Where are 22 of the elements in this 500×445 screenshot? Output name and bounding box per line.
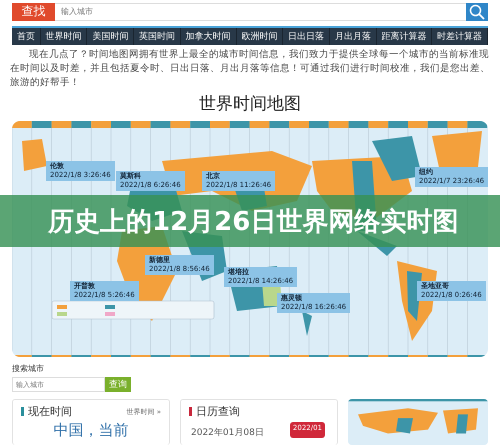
nav-tab[interactable]: 世界时间 (40, 28, 88, 45)
search-field[interactable]: 输入城市 (55, 3, 466, 20)
search-button[interactable]: 查找 (12, 3, 55, 20)
nav-tab[interactable]: 欧洲时间 (236, 28, 284, 45)
card-title: 现在时间 (28, 404, 72, 419)
nav-tab[interactable]: 美国时间 (87, 28, 134, 45)
nav-tab[interactable]: 加拿大时间 (180, 28, 237, 45)
nav-tab[interactable]: 时差计算器 (432, 28, 488, 45)
current-location-text: 中国，当前 (54, 421, 128, 439)
nav-tab[interactable]: 首页 (12, 28, 41, 45)
calendar-date: 2022年01月08日 (191, 426, 264, 439)
search-city-label: 搜索城市 (12, 363, 45, 374)
search-icon (469, 4, 485, 20)
section-title: 世界时间地图 (198, 93, 302, 115)
nav-tab[interactable]: 距离计算器 (376, 28, 432, 45)
title-banner: 历史上的12月26日世界网络实时图 (0, 195, 500, 247)
nav-tab[interactable]: 日出日落 (283, 28, 330, 45)
nav-tab[interactable]: 英国时间 (134, 28, 181, 45)
nav-tab[interactable]: 月出月落 (330, 28, 377, 45)
card-title: 日历查询 (196, 404, 240, 419)
intro-paragraph: 现在几点了？时间地图网拥有世界上最全的城市时间信息，我们致力于提供全球每一个城市的当前标准现在时间以及时差，并且包括夏令时、日出日落、月出月落等信息！可通过我们进行时间校准，我们是您出差、旅游的好帮手！ (10, 48, 490, 90)
search-icon-button[interactable] (466, 3, 488, 20)
